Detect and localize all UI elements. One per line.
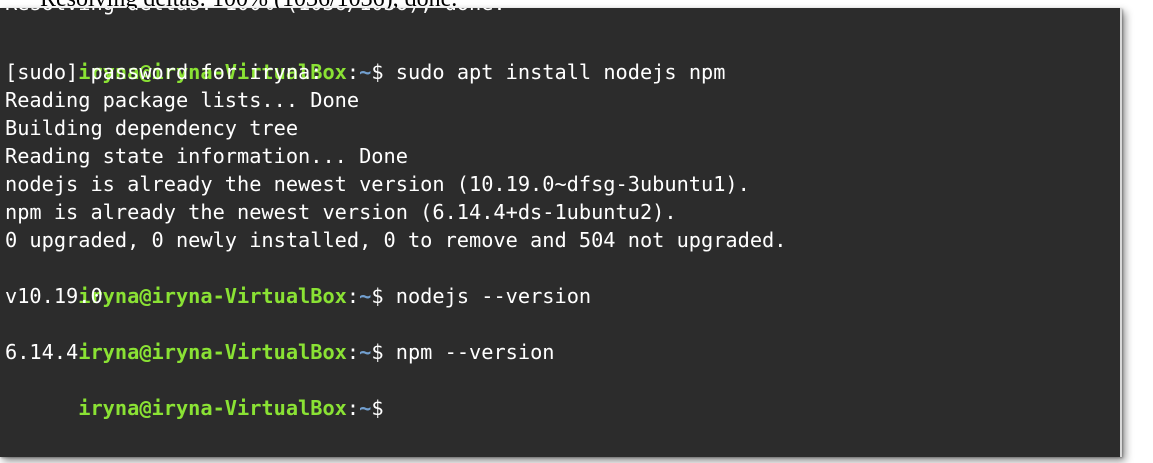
prompt-separator: : — [346, 60, 360, 84]
terminal-command-line[interactable]: iryna@iryna-VirtualBox:~$ nodejs --versi… — [5, 254, 591, 308]
terminal-output-line: npm is already the newest version (6.14.… — [5, 200, 677, 224]
terminal-output-line: v10.19.0 — [5, 284, 103, 308]
page: Resolving deltas: 100% (1036/1036), done… — [0, 0, 1153, 463]
terminal-output-line: Building dependency tree — [5, 116, 299, 140]
prompt-symbol: $ — [371, 60, 396, 84]
command-text: npm --version — [395, 340, 555, 364]
command-text: sudo apt install nodejs npm — [395, 60, 726, 84]
terminal-output-line: 6.14.4 — [5, 340, 79, 364]
prompt-path: ~ — [359, 284, 372, 308]
prompt-separator: : — [346, 340, 360, 364]
terminal-output-line: Reading package lists... Done — [5, 88, 360, 112]
command-text: nodejs --version — [395, 284, 592, 308]
prompt-separator: : — [346, 396, 360, 420]
prompt-path: ~ — [359, 60, 372, 84]
terminal-window[interactable]: Resolving deltas: 100% (1036/1036), done… — [0, 8, 1122, 457]
prompt-path: ~ — [359, 396, 372, 420]
terminal-command-line[interactable]: iryna@iryna-VirtualBox:~$ npm --version — [5, 310, 554, 364]
prompt-symbol: $ — [371, 284, 396, 308]
terminal-command-line[interactable]: iryna@iryna-VirtualBox:~$ — [5, 366, 396, 420]
prompt-separator: : — [346, 284, 360, 308]
prompt-path: ~ — [359, 340, 372, 364]
prompt-user-host: iryna@iryna-VirtualBox — [78, 396, 347, 420]
terminal-output-line: Resolving deltas: 100% (1036/1036), done… — [5, 8, 506, 17]
terminal-output-line: Reading state information... Done — [5, 144, 408, 168]
prompt-user-host: iryna@iryna-VirtualBox — [78, 284, 347, 308]
terminal-output-line: nodejs is already the newest version (10… — [5, 172, 750, 196]
prompt-symbol: $ — [371, 396, 396, 420]
terminal-output-line: 0 upgraded, 0 newly installed, 0 to remo… — [5, 228, 787, 252]
terminal-command-line[interactable]: iryna@iryna-VirtualBox:~$ sudo apt insta… — [5, 30, 725, 84]
terminal-output-line: [sudo] password for iryna: — [5, 60, 323, 84]
prompt-symbol: $ — [371, 340, 396, 364]
prompt-user-host: iryna@iryna-VirtualBox — [78, 340, 347, 364]
